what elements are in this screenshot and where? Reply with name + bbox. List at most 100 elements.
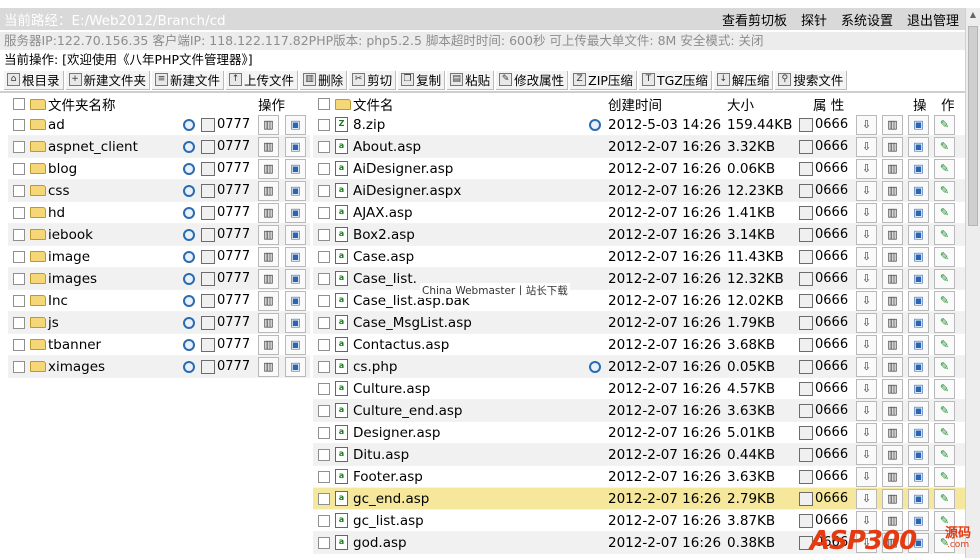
file-permission[interactable]: 0666 (799, 293, 848, 308)
edit-file-icon[interactable]: ✎ (934, 356, 955, 377)
open-folder-icon[interactable]: ▣ (285, 224, 306, 245)
file-checkbox[interactable] (318, 162, 330, 175)
upload-file-button[interactable]: ↑ 上传文件 (226, 70, 299, 90)
edit-file-icon[interactable]: ✎ (934, 268, 955, 289)
file-name[interactable]: Case.asp (353, 249, 414, 265)
folder-up-icon[interactable] (30, 98, 46, 110)
delete-file-icon[interactable]: ▥ (882, 422, 903, 443)
open-folder-icon[interactable]: ▣ (285, 356, 306, 377)
delete-folder-icon[interactable]: ▥ (258, 268, 279, 289)
edit-file-icon[interactable]: ✎ (934, 202, 955, 223)
delete-file-icon[interactable]: ▥ (882, 180, 903, 201)
open-folder-icon[interactable]: ▣ (285, 136, 306, 157)
file-name[interactable]: AiDesigner.aspx (353, 183, 461, 199)
copy-file-icon[interactable]: ▣ (908, 180, 929, 201)
preview-magnifier-icon[interactable] (589, 118, 601, 131)
copy-file-icon[interactable]: ▣ (908, 400, 929, 421)
file-checkbox[interactable] (318, 536, 330, 549)
new-file-button[interactable]: ≡ 新建文件 (152, 70, 225, 90)
folder-permission[interactable]: 0777 (201, 315, 250, 330)
folder-permission[interactable]: 0777 (201, 249, 250, 264)
preview-magnifier-icon[interactable] (183, 250, 195, 263)
edit-file-icon[interactable]: ✎ (934, 422, 955, 443)
folder-name[interactable]: aspnet_client (48, 139, 138, 155)
folder-permission[interactable]: 0777 (201, 227, 250, 242)
preview-magnifier-icon[interactable] (183, 316, 195, 329)
folder-checkbox[interactable] (13, 272, 25, 285)
scroll-up-arrow-icon[interactable]: ▲ (966, 8, 980, 22)
copy-file-icon[interactable]: ▣ (908, 136, 929, 157)
edit-file-icon[interactable]: ✎ (934, 444, 955, 465)
folder-checkbox[interactable] (13, 118, 25, 131)
preview-magnifier-icon[interactable] (183, 206, 195, 219)
delete-folder-icon[interactable]: ▥ (258, 224, 279, 245)
file-checkbox[interactable] (318, 514, 330, 527)
file-checkbox[interactable] (318, 206, 330, 219)
delete-button[interactable]: ▥ 删除 (300, 70, 348, 90)
file-name[interactable]: Contactus.asp (353, 337, 449, 353)
file-up-icon[interactable] (335, 98, 351, 110)
copy-file-icon[interactable]: ▣ (908, 158, 929, 179)
edit-file-icon[interactable]: ✎ (934, 290, 955, 311)
copy-file-icon[interactable]: ▣ (908, 246, 929, 267)
preview-magnifier-icon[interactable] (183, 294, 195, 307)
file-checkbox[interactable] (318, 448, 330, 461)
copy-file-icon[interactable]: ▣ (908, 290, 929, 311)
file-name[interactable]: gc_end.asp (353, 491, 429, 507)
folder-checkbox[interactable] (13, 338, 25, 351)
copy-file-icon[interactable]: ▣ (908, 488, 929, 509)
delete-folder-icon[interactable]: ▥ (258, 246, 279, 267)
delete-folder-icon[interactable]: ▥ (258, 158, 279, 179)
file-permission[interactable]: 0666 (799, 403, 848, 418)
folder-checkbox[interactable] (13, 228, 25, 241)
file-name[interactable]: Footer.asp (353, 469, 423, 485)
file-checkbox[interactable] (318, 470, 330, 483)
preview-magnifier-icon[interactable] (183, 118, 195, 131)
folder-permission[interactable]: 0777 (201, 205, 250, 220)
open-folder-icon[interactable]: ▣ (285, 114, 306, 135)
file-permission[interactable]: 0666 (799, 447, 848, 462)
vertical-scrollbar[interactable]: ▲ (965, 8, 980, 558)
file-permission[interactable]: 0666 (799, 249, 848, 264)
folder-checkbox[interactable] (13, 360, 25, 373)
folder-permission[interactable]: 0777 (201, 117, 250, 132)
folder-name[interactable]: css (48, 183, 70, 199)
preview-magnifier-icon[interactable] (589, 360, 601, 373)
open-folder-icon[interactable]: ▣ (285, 202, 306, 223)
copy-file-icon[interactable]: ▣ (908, 268, 929, 289)
file-permission[interactable]: 0666 (799, 381, 848, 396)
zip-compress-button[interactable]: Z ZIP压缩 (570, 70, 637, 90)
folder-name[interactable]: iebook (48, 227, 93, 243)
folder-permission[interactable]: 0777 (201, 183, 250, 198)
modify-attributes-button[interactable]: ✎ 修改属性 (496, 70, 569, 90)
scroll-thumb[interactable] (968, 26, 978, 226)
folder-permission[interactable]: 0777 (201, 139, 250, 154)
file-checkbox[interactable] (318, 140, 330, 153)
edit-file-icon[interactable]: ✎ (934, 378, 955, 399)
delete-file-icon[interactable]: ▥ (882, 312, 903, 333)
download-icon[interactable]: ⇩ (856, 422, 877, 443)
file-checkbox[interactable] (318, 382, 330, 395)
edit-file-icon[interactable]: ✎ (934, 488, 955, 509)
file-permission[interactable]: 0666 (799, 227, 848, 242)
file-permission[interactable]: 0666 (799, 271, 848, 286)
edit-file-icon[interactable]: ✎ (934, 334, 955, 355)
download-icon[interactable]: ⇩ (856, 180, 877, 201)
download-icon[interactable]: ⇩ (856, 400, 877, 421)
download-icon[interactable]: ⇩ (856, 488, 877, 509)
file-name[interactable]: AiDesigner.asp (353, 161, 453, 177)
delete-file-icon[interactable]: ▥ (882, 202, 903, 223)
delete-file-icon[interactable]: ▥ (882, 136, 903, 157)
cut-button[interactable]: ✂ 剪切 (349, 70, 397, 90)
file-checkbox[interactable] (318, 404, 330, 417)
file-permission[interactable]: 0666 (799, 425, 848, 440)
folder-name[interactable]: tbanner (48, 337, 101, 353)
preview-magnifier-icon[interactable] (183, 228, 195, 241)
delete-file-icon[interactable]: ▥ (882, 290, 903, 311)
file-permission[interactable]: 0666 (799, 183, 848, 198)
folder-name[interactable]: ximages (48, 359, 105, 375)
file-name[interactable]: Culture_end.asp (353, 403, 463, 419)
copy-button[interactable]: ❐ 复制 (398, 70, 446, 90)
delete-file-icon[interactable]: ▥ (882, 158, 903, 179)
open-folder-icon[interactable]: ▣ (285, 268, 306, 289)
